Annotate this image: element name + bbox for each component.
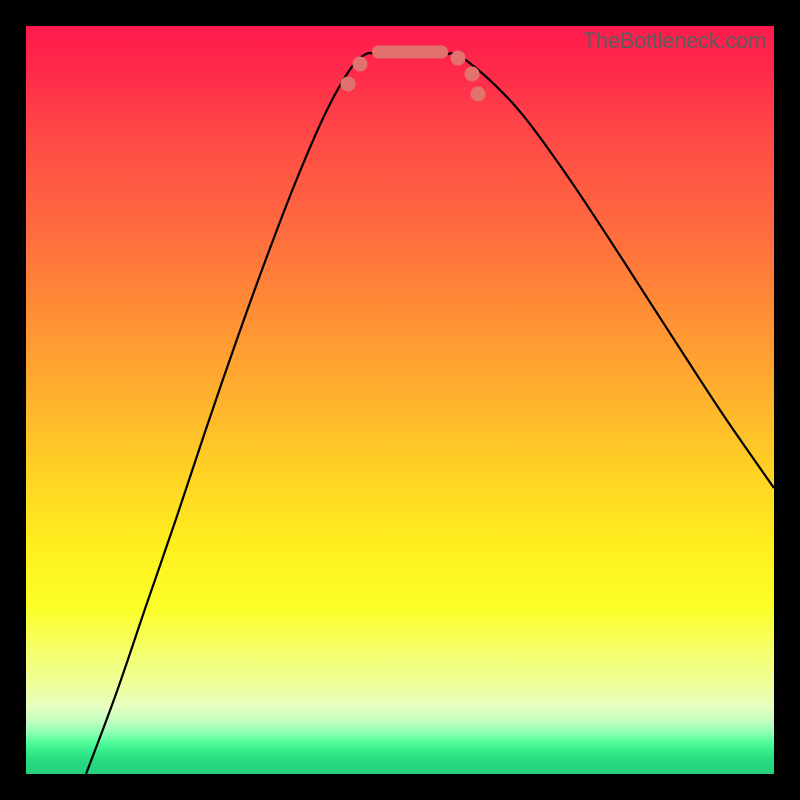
curve-marker: [451, 51, 466, 66]
curve-left-branch: [86, 53, 374, 774]
curve-marker: [471, 87, 486, 102]
chart-frame: TheBottleneck.com: [0, 0, 800, 800]
watermark-text: TheBottleneck.com: [583, 28, 766, 54]
chart-svg: [26, 26, 774, 774]
curve-marker: [341, 77, 356, 92]
valley-marker-bar: [372, 46, 448, 59]
curve-marker: [353, 57, 368, 72]
plot-area: TheBottleneck.com: [26, 26, 774, 774]
curve-marker: [465, 67, 480, 82]
curve-right-branch: [448, 53, 774, 488]
